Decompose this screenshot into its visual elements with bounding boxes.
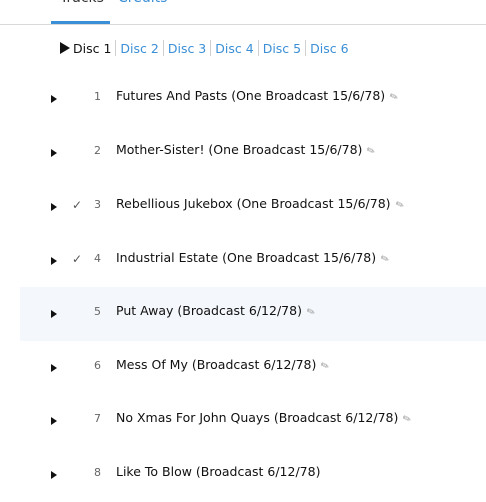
track-row[interactable]: 7 No Xmas For John Quays (Broadcast 6/12… xyxy=(20,394,486,448)
disc-selector: Disc 1 Disc 2 Disc 3 Disc 4 Disc 5 Disc … xyxy=(60,38,353,58)
play-icon[interactable] xyxy=(51,95,57,103)
track-number: 5 xyxy=(94,305,101,318)
play-icon[interactable] xyxy=(51,364,57,372)
track-title-wrap: Futures And Pasts (One Broadcast 15/6/78… xyxy=(116,88,401,104)
check-icon: ✓ xyxy=(72,252,83,266)
track-row[interactable]: 2 Mother-Sister! (One Broadcast 15/6/78)… xyxy=(20,126,486,180)
track-title[interactable]: Like To Blow (Broadcast 6/12/78) xyxy=(116,464,320,479)
track-title-wrap: Mess Of My (Broadcast 6/12/78) ✎ xyxy=(116,357,332,373)
track-number: 1 xyxy=(94,90,101,103)
play-icon[interactable] xyxy=(51,310,57,318)
disc-2-tab[interactable]: Disc 2 xyxy=(116,41,162,56)
track-title-wrap: Industrial Estate (One Broadcast 15/6/78… xyxy=(116,250,391,266)
pencil-icon[interactable]: ✎ xyxy=(305,306,317,319)
track-row-hovered[interactable]: 5 Put Away (Broadcast 6/12/78) ✎ xyxy=(20,287,486,341)
track-title-wrap: Put Away (Broadcast 6/12/78) ✎ xyxy=(116,303,317,319)
disc-6-tab[interactable]: Disc 6 xyxy=(306,41,352,56)
pencil-icon[interactable]: ✎ xyxy=(394,199,406,212)
pencil-icon[interactable]: ✎ xyxy=(320,360,332,373)
play-icon[interactable] xyxy=(51,417,57,425)
disc-4-tab[interactable]: Disc 4 xyxy=(211,41,257,56)
play-icon[interactable] xyxy=(51,149,57,157)
track-number: 6 xyxy=(94,359,101,372)
check-icon: ✓ xyxy=(72,198,83,212)
disc-1-tab[interactable]: Disc 1 xyxy=(73,41,115,56)
disc-3-tab[interactable]: Disc 3 xyxy=(164,41,210,56)
track-number: 2 xyxy=(94,144,101,157)
track-number: 4 xyxy=(94,252,101,265)
track-title[interactable]: Put Away (Broadcast 6/12/78) xyxy=(116,303,302,318)
play-icon[interactable] xyxy=(51,203,57,211)
play-icon[interactable] xyxy=(51,471,57,479)
track-title-wrap: Like To Blow (Broadcast 6/12/78) xyxy=(116,464,320,479)
tab-bar: Tracks Credits xyxy=(0,0,486,25)
disc-5-tab[interactable]: Disc 5 xyxy=(259,41,305,56)
track-row[interactable]: 8 Like To Blow (Broadcast 6/12/78) xyxy=(20,448,486,502)
track-title-wrap: Mother-Sister! (One Broadcast 15/6/78) ✎ xyxy=(116,142,378,158)
track-title[interactable]: Mother-Sister! (One Broadcast 15/6/78) xyxy=(116,142,362,157)
play-icon[interactable] xyxy=(60,42,70,54)
pencil-icon[interactable]: ✎ xyxy=(366,145,378,158)
track-title-wrap: No Xmas For John Quays (Broadcast 6/12/7… xyxy=(116,410,414,426)
track-title[interactable]: No Xmas For John Quays (Broadcast 6/12/7… xyxy=(116,410,398,425)
track-row[interactable]: 6 Mess Of My (Broadcast 6/12/78) ✎ xyxy=(20,341,486,395)
active-tab-indicator xyxy=(51,21,110,24)
tab-credits[interactable]: Credits xyxy=(118,0,167,8)
pencil-icon[interactable]: ✎ xyxy=(402,413,414,426)
play-icon[interactable] xyxy=(51,257,57,265)
track-title[interactable]: Rebellious Jukebox (One Broadcast 15/6/7… xyxy=(116,196,391,211)
track-number: 7 xyxy=(94,412,101,425)
track-title[interactable]: Mess Of My (Broadcast 6/12/78) xyxy=(116,357,316,372)
track-number: 8 xyxy=(94,466,101,479)
track-title-wrap: Rebellious Jukebox (One Broadcast 15/6/7… xyxy=(116,196,406,212)
track-row[interactable]: ✓ 3 Rebellious Jukebox (One Broadcast 15… xyxy=(20,180,486,234)
tab-tracks[interactable]: Tracks xyxy=(60,0,104,8)
track-row[interactable]: ✓ 4 Industrial Estate (One Broadcast 15/… xyxy=(20,234,486,288)
pencil-icon[interactable]: ✎ xyxy=(389,91,401,104)
track-title[interactable]: Industrial Estate (One Broadcast 15/6/78… xyxy=(116,250,376,265)
pencil-icon[interactable]: ✎ xyxy=(379,253,391,266)
track-title[interactable]: Futures And Pasts (One Broadcast 15/6/78… xyxy=(116,88,385,103)
track-number: 3 xyxy=(94,198,101,211)
track-row[interactable]: 1 Futures And Pasts (One Broadcast 15/6/… xyxy=(20,72,486,126)
